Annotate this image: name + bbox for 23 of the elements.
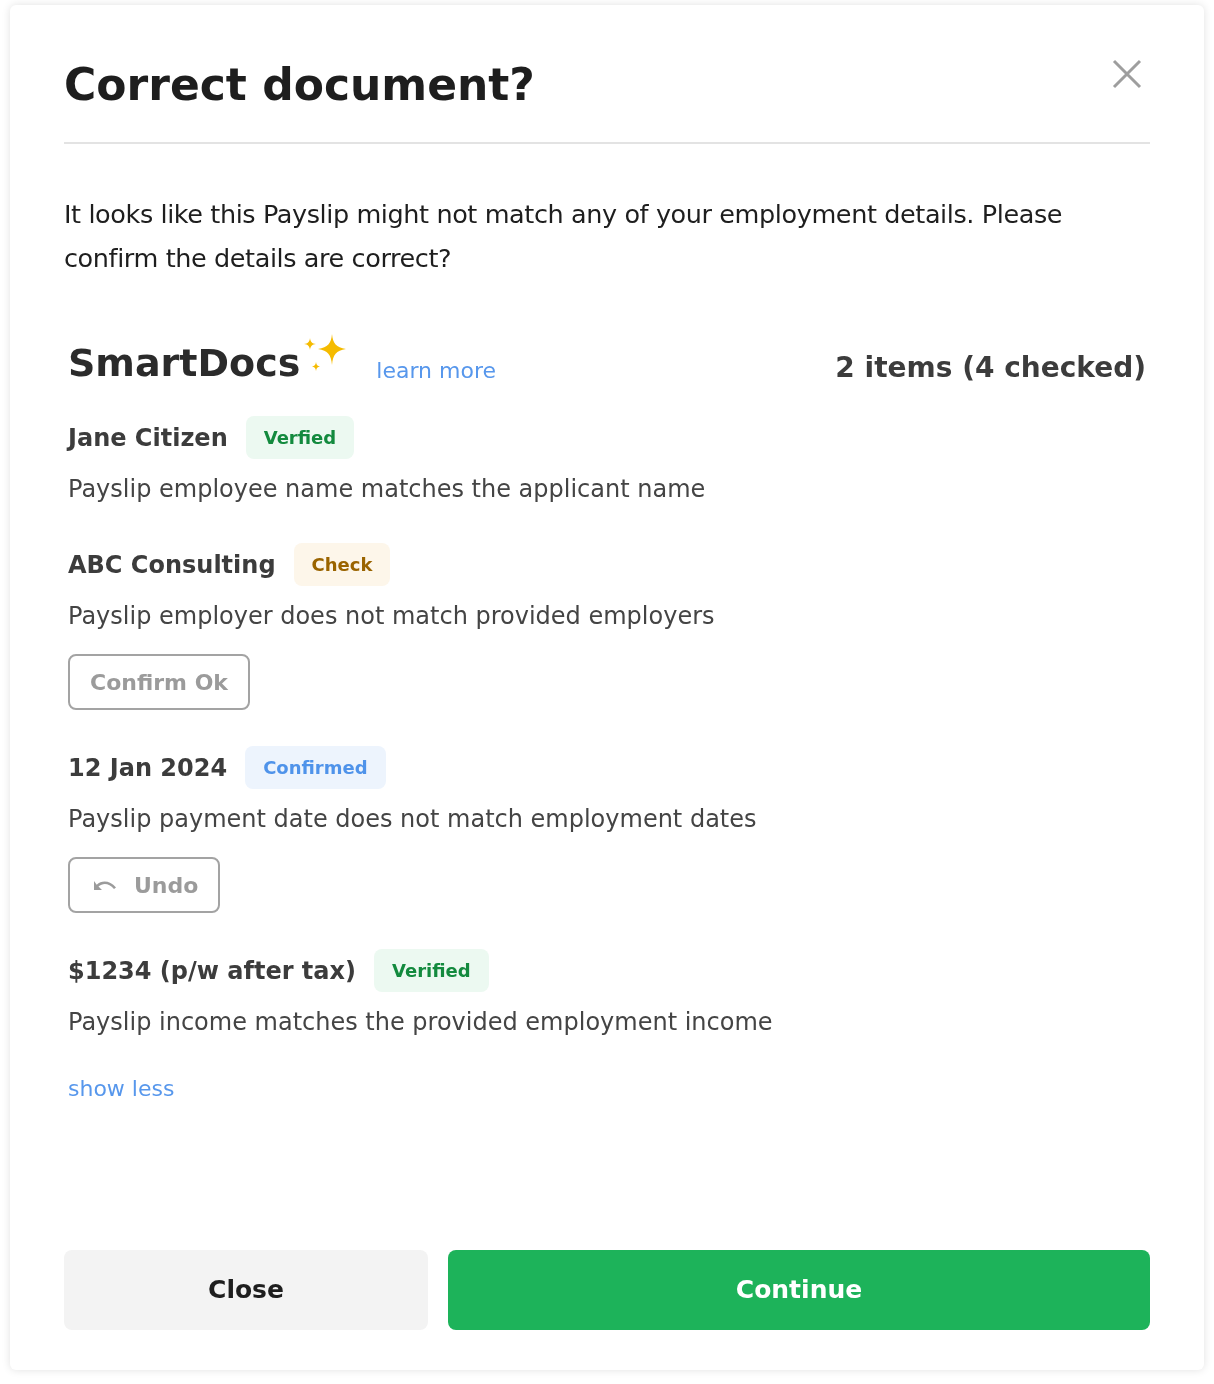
status-badge: Confirmed <box>245 746 386 789</box>
close-icon[interactable] <box>1112 59 1142 89</box>
confirm-button[interactable]: Confirm Ok <box>68 654 250 710</box>
show-less-link[interactable]: show less <box>68 1072 175 1105</box>
close-button[interactable]: Close <box>64 1250 428 1330</box>
continue-button[interactable]: Continue <box>448 1250 1150 1330</box>
status-badge: Verfied <box>245 416 355 459</box>
items-summary: 2 items (4 checked) <box>835 354 1146 382</box>
dialog-title: Correct document? <box>64 58 535 112</box>
dialog-message: It looks like this Payslip might not match any of your employment details. Please confirm the details are correct? <box>64 198 1064 275</box>
item-value: 12 Jan 2024 <box>68 752 228 784</box>
undo-button[interactable]: Undo <box>68 857 221 913</box>
item-description: Payslip employer does not match provided employers <box>68 601 716 632</box>
item-description: Payslip payment date does not match employment dates <box>68 804 758 835</box>
item-value: ABC Consulting <box>68 549 276 581</box>
item-value: Jane Citizen <box>68 422 228 454</box>
smartdocs-logo: SmartDocs <box>68 344 301 382</box>
learn-more-link[interactable]: learn more <box>376 360 497 382</box>
status-badge: Check <box>293 543 391 586</box>
item-description: Payslip income matches the provided employment income <box>68 1007 774 1038</box>
item-description: Payslip employee name matches the applicant name <box>68 474 707 505</box>
item-value: $1234 (p/w after tax) <box>68 955 356 987</box>
status-badge: Verified <box>374 949 489 992</box>
